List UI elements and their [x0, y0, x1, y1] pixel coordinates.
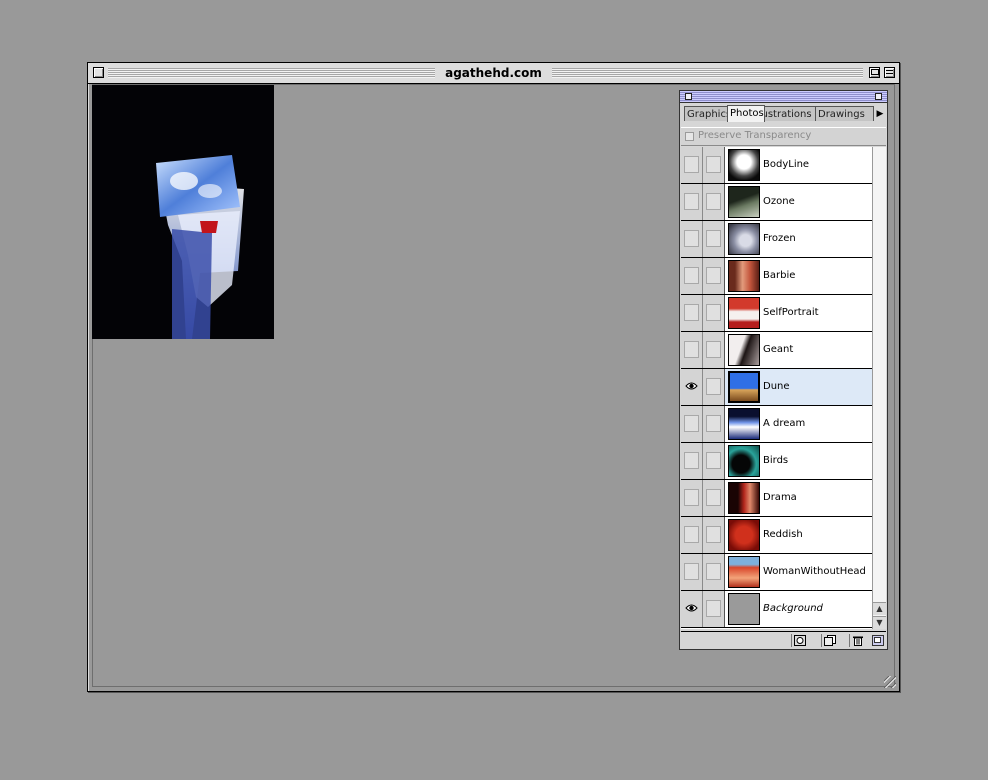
link-toggle[interactable]: [703, 406, 725, 442]
layer-row[interactable]: Barbie: [681, 258, 872, 295]
layer-row[interactable]: A dream: [681, 406, 872, 443]
layer-thumbnail: [728, 482, 760, 514]
scroll-up-arrow-icon[interactable]: ▲: [873, 602, 886, 615]
visibility-toggle[interactable]: [681, 369, 703, 405]
layer-name: Birds: [763, 455, 789, 466]
link-toggle[interactable]: [703, 258, 725, 294]
link-toggle[interactable]: [703, 221, 725, 257]
layer-name: WomanWithoutHead: [763, 566, 866, 577]
layer-row[interactable]: WomanWithoutHead: [681, 554, 872, 591]
layer-name: SelfPortrait: [763, 307, 819, 318]
palette-titlebar[interactable]: [680, 91, 887, 103]
layer-name: Barbie: [763, 270, 796, 281]
layer-name: Reddish: [763, 529, 803, 540]
eye-icon: [685, 604, 698, 612]
layer-thumbnail: [728, 297, 760, 329]
collapse-box-icon[interactable]: [884, 67, 895, 78]
layer-row[interactable]: Frozen: [681, 221, 872, 258]
layer-thumbnail: [728, 445, 760, 477]
visibility-toggle[interactable]: [681, 406, 703, 442]
layer-thumbnail: [728, 149, 760, 181]
layer-thumbnail: [728, 593, 760, 625]
layer-list-scrollbar[interactable]: ▲ ▼: [872, 147, 886, 629]
palette-menu-arrow-icon[interactable]: ▶: [874, 107, 886, 121]
palette-footer: [681, 631, 886, 649]
tab-graphics[interactable]: Graphics: [684, 106, 728, 121]
layer-row[interactable]: Drama: [681, 480, 872, 517]
layer-row[interactable]: Dune: [681, 369, 872, 406]
layer-thumbnail: [728, 408, 760, 440]
mask-icon[interactable]: [791, 634, 808, 647]
layer-name: Frozen: [763, 233, 796, 244]
eye-icon: [685, 382, 698, 390]
link-toggle[interactable]: [703, 443, 725, 479]
link-toggle[interactable]: [703, 480, 725, 516]
visibility-toggle[interactable]: [681, 184, 703, 220]
tab-drawings[interactable]: Drawings: [815, 106, 874, 121]
visibility-toggle[interactable]: [681, 517, 703, 553]
layer-thumbnail: [728, 519, 760, 551]
layer-thumbnail: [728, 186, 760, 218]
tab-illustrations[interactable]: Illustrations: [764, 106, 816, 121]
layer-row[interactable]: Birds: [681, 443, 872, 480]
visibility-toggle[interactable]: [681, 295, 703, 331]
preserve-transparency-label: Preserve Transparency: [698, 130, 812, 141]
palette-close-icon[interactable]: [685, 93, 692, 100]
resize-grip-icon[interactable]: [884, 676, 896, 688]
resize-icon[interactable]: [870, 634, 886, 647]
layer-thumbnail: [728, 371, 760, 403]
layer-row[interactable]: BodyLine: [681, 147, 872, 184]
trash-icon[interactable]: [849, 634, 866, 647]
layer-name: Geant: [763, 344, 794, 355]
visibility-toggle[interactable]: [681, 332, 703, 368]
layer-thumbnail: [728, 260, 760, 292]
layer-row[interactable]: Reddish: [681, 517, 872, 554]
layer-name: A dream: [763, 418, 806, 429]
window-titlebar[interactable]: agathehd.com: [88, 63, 899, 84]
visibility-toggle[interactable]: [681, 480, 703, 516]
link-toggle[interactable]: [703, 554, 725, 590]
titlebar-stripes: [108, 68, 863, 78]
link-toggle[interactable]: [703, 295, 725, 331]
link-toggle[interactable]: [703, 332, 725, 368]
visibility-toggle[interactable]: [681, 147, 703, 183]
zoom-box-icon[interactable]: [869, 67, 880, 78]
layer-row[interactable]: SelfPortrait: [681, 295, 872, 332]
layer-thumbnail: [728, 334, 760, 366]
visibility-toggle[interactable]: [681, 221, 703, 257]
close-box-icon[interactable]: [93, 67, 104, 78]
preserve-transparency-checkbox[interactable]: [685, 132, 694, 141]
layer-thumbnail: [728, 223, 760, 255]
layer-name: BodyLine: [763, 159, 810, 170]
layer-row[interactable]: Background: [681, 591, 872, 628]
link-toggle[interactable]: [703, 184, 725, 220]
link-toggle[interactable]: [703, 369, 725, 405]
layer-name: Background: [763, 603, 823, 614]
visibility-toggle[interactable]: [681, 443, 703, 479]
link-toggle[interactable]: [703, 591, 725, 627]
link-toggle[interactable]: [703, 517, 725, 553]
visibility-toggle[interactable]: [681, 591, 703, 627]
preserve-transparency-row: Preserve Transparency: [681, 127, 886, 146]
palette-tabs: Graphics Photos Illustrations Drawings: [684, 105, 874, 122]
layer-name: Drama: [763, 492, 797, 503]
layer-row[interactable]: Ozone: [681, 184, 872, 221]
layer-row[interactable]: Geant: [681, 332, 872, 369]
photo-image: [92, 85, 274, 339]
visibility-toggle[interactable]: [681, 554, 703, 590]
tab-photos[interactable]: Photos: [727, 105, 765, 122]
visibility-toggle[interactable]: [681, 258, 703, 294]
layer-name: Ozone: [763, 196, 795, 207]
layers-palette: Graphics Photos Illustrations Drawings ▶…: [679, 90, 888, 650]
layer-thumbnail: [728, 556, 760, 588]
new-layer-icon[interactable]: [821, 634, 838, 647]
palette-collapse-icon[interactable]: [875, 93, 882, 100]
layer-name: Dune: [763, 381, 790, 392]
layer-list: BodyLine Ozone Frozen Barbie SelfPortrai…: [681, 147, 872, 629]
scroll-down-arrow-icon[interactable]: ▼: [873, 616, 886, 629]
link-toggle[interactable]: [703, 147, 725, 183]
